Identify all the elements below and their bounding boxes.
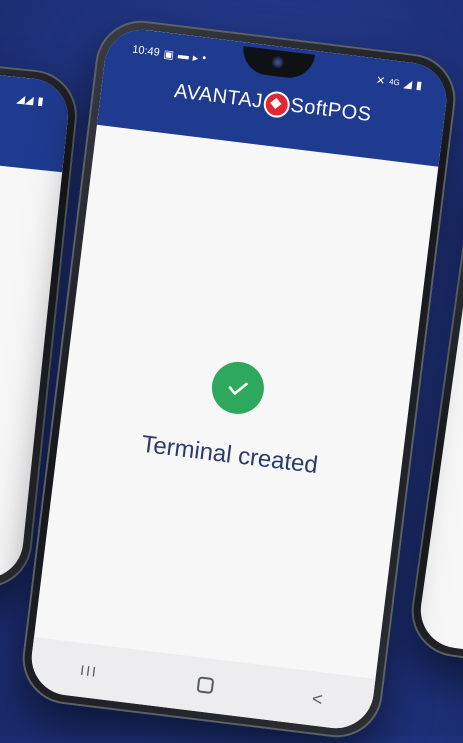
left-phone-statusbar: ◢◢ ▮: [0, 73, 44, 110]
main-phone: 10:49 ▣ ▬ ▸ • ✕ 4G ◢ ▮ AVANTAJ SoftPOS T…: [17, 15, 461, 743]
brand-avantaj: AVANTAJ: [173, 80, 265, 113]
signal-icon: ◢◢: [16, 92, 35, 107]
network-type: 4G: [388, 76, 401, 87]
left-phone-appbar: ◢◢ ▮: [0, 57, 72, 173]
success-check-icon: [208, 358, 267, 417]
mute-icon: ✕: [375, 74, 386, 88]
signal-icon: ◢: [402, 77, 413, 91]
gallery-icon: ▣: [162, 47, 175, 62]
battery-icon: ▮: [36, 94, 45, 108]
main-phone-screen: 10:49 ▣ ▬ ▸ • ✕ 4G ◢ ▮ AVANTAJ SoftPOS T…: [27, 25, 451, 733]
app-header: 10:49 ▣ ▬ ▸ • ✕ 4G ◢ ▮ AVANTAJ SoftPOS: [96, 25, 451, 167]
back-button[interactable]: <: [311, 688, 324, 710]
chat-icon: ▬: [177, 49, 190, 63]
left-phone-signal: ◢◢ ▮: [16, 92, 44, 108]
system-nav-bar: III <: [27, 636, 376, 733]
logo-diamond-icon: [264, 91, 289, 117]
recent-apps-button[interactable]: III: [79, 662, 98, 680]
check-icon: [228, 382, 248, 395]
home-button[interactable]: [196, 676, 214, 695]
dot-icon: •: [201, 52, 207, 65]
play-icon: ▸: [192, 51, 199, 65]
battery-icon: ▮: [415, 78, 423, 92]
brand-softpos: SoftPOS: [289, 94, 373, 127]
status-message: Terminal created: [139, 430, 320, 480]
clock-time: 10:49: [131, 43, 161, 59]
